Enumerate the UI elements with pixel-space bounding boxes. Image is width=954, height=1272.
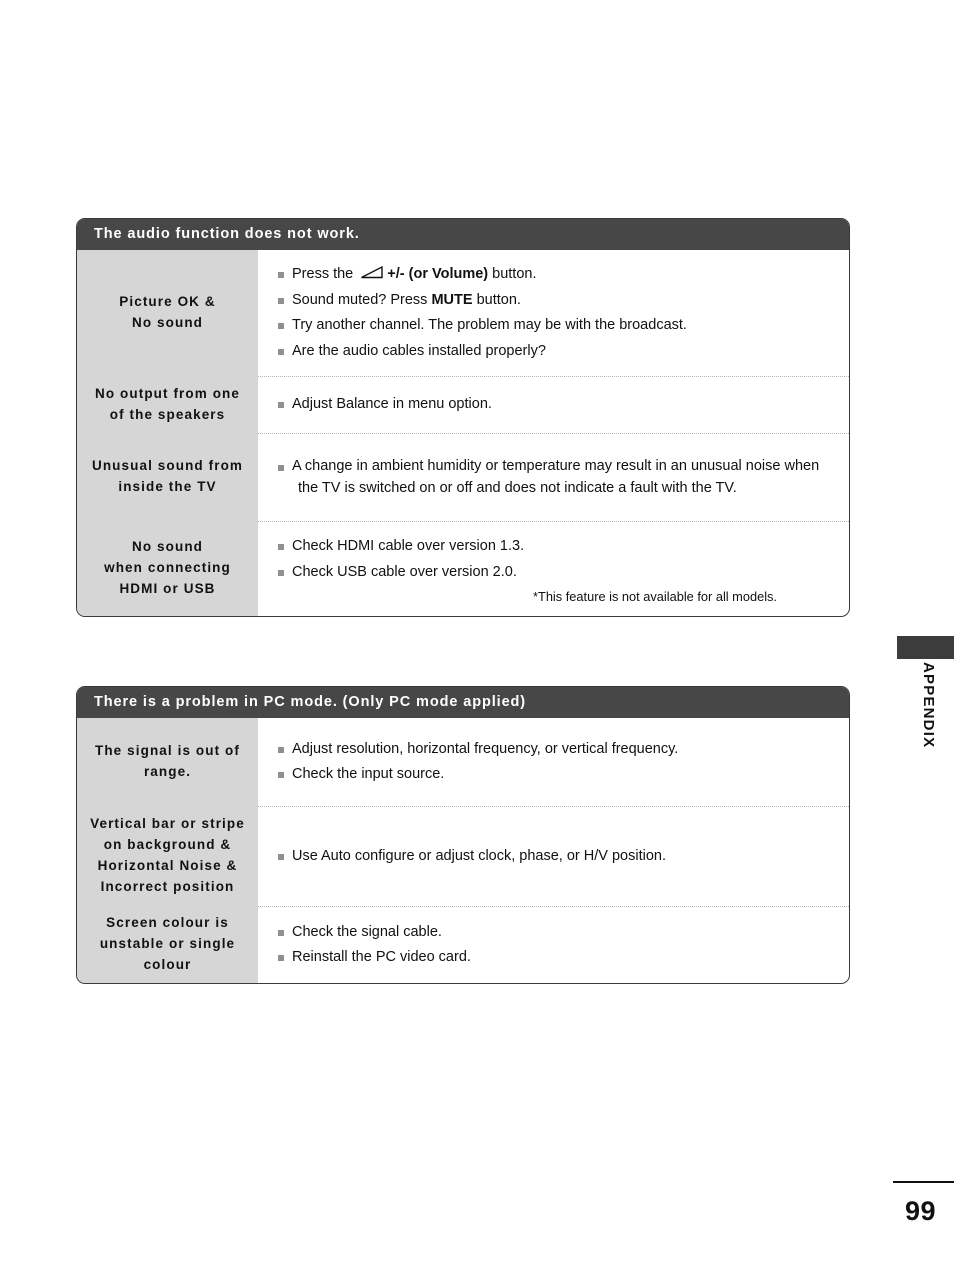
bullet-text: Adjust resolution, horizontal frequency,… — [292, 740, 679, 757]
bullet-square-icon — [278, 272, 284, 279]
bullet-item: Check HDMI cable over version 1.3. — [278, 535, 835, 558]
troubleshooting-table-pc-mode: There is a problem in PC mode. (Only PC … — [76, 686, 850, 985]
table-row: Vertical bar or stripe on background & H… — [77, 806, 849, 907]
bullet-text: Check the signal cable. — [292, 923, 442, 940]
bullet-text: Adjust Balance in menu option. — [292, 396, 492, 413]
symptom-line: Unusual sound from — [91, 458, 244, 474]
volume-wedge-icon — [360, 264, 384, 279]
bullet-item: Adjust resolution, horizontal frequency,… — [278, 738, 835, 761]
table-body-audio: Picture OK & No sound Press the +/- (or … — [77, 250, 849, 617]
bullet-square-icon — [278, 402, 284, 409]
answer-cell: A change in ambient humidity or temperat… — [258, 433, 849, 521]
bullet-text: Try another channel. The problem may be … — [292, 317, 687, 334]
table-row: Screen colour is unstable or single colo… — [77, 906, 849, 984]
section-tab-label: APPENDIX — [920, 662, 937, 749]
bullet-text-bold: MUTE — [431, 291, 473, 308]
symptom-cell: Vertical bar or stripe on background & H… — [77, 806, 258, 907]
section-tab-marker — [897, 636, 954, 659]
table-row: Unusual sound from inside the TV A chang… — [77, 433, 849, 522]
page-number-rule — [893, 1181, 954, 1183]
symptom-line: No sound — [131, 315, 204, 331]
bullet-square-icon — [278, 297, 284, 304]
bullet-square-icon — [278, 746, 284, 753]
bullet-text: Check USB cable over version 2.0. — [292, 563, 517, 580]
bullet-text: Check HDMI cable over version 1.3. — [292, 538, 525, 555]
answer-cell: Use Auto configure or adjust clock, phas… — [258, 806, 849, 906]
bullet-text-bold: +/- (or Volume) — [387, 266, 489, 283]
table-body-pc-mode: The signal is out of range. Adjust resol… — [77, 718, 849, 984]
table-row: No output from one of the speakers Adjus… — [77, 376, 849, 434]
table-header-pc-mode: There is a problem in PC mode. (Only PC … — [77, 687, 849, 719]
symptom-cell: Unusual sound from inside the TV — [77, 433, 258, 522]
symptom-line: The signal is out of — [94, 743, 240, 759]
bullet-text-pre: Press the — [292, 266, 358, 283]
table-row: Picture OK & No sound Press the +/- (or … — [77, 250, 849, 377]
bullet-text: Are the audio cables installed properly? — [292, 342, 546, 359]
symptom-line: Screen colour is — [106, 915, 229, 931]
symptom-line: colour — [143, 957, 192, 973]
symptom-line: Incorrect position — [100, 879, 235, 895]
symptom-line: inside the TV — [118, 479, 217, 495]
manual-page: The audio function does not work. Pictur… — [0, 0, 954, 1272]
symptom-cell: Picture OK & No sound — [77, 250, 258, 377]
bullet-item: Check the signal cable. — [278, 921, 835, 944]
bullet-text-post: button. — [472, 291, 521, 308]
symptom-cell: No sound when connecting HDMI or USB — [77, 521, 258, 617]
symptom-line: on background & — [103, 837, 232, 853]
bullet-square-icon — [278, 772, 284, 779]
bullet-square-icon — [278, 955, 284, 962]
table-row: The signal is out of range. Adjust resol… — [77, 718, 849, 807]
bullet-item: A change in ambient humidity or temperat… — [278, 456, 835, 500]
bullet-item: Adjust Balance in menu option. — [278, 393, 835, 416]
page-number: 99 — [904, 1196, 936, 1226]
answer-cell: Check HDMI cable over version 1.3. Check… — [258, 521, 849, 616]
bullet-item: Check the input source. — [278, 763, 835, 786]
bullet-item: Press the +/- (or Volume) button. — [278, 263, 835, 286]
bullet-item: Check USB cable over version 2.0. — [278, 561, 835, 584]
bullet-item: Try another channel. The problem may be … — [278, 314, 835, 337]
bullet-square-icon — [278, 464, 284, 471]
bullet-square-icon — [278, 853, 284, 860]
bullet-text-pre: Sound muted? Press — [292, 291, 432, 308]
bullet-item: Use Auto configure or adjust clock, phas… — [278, 845, 835, 868]
symptom-cell: Screen colour is unstable or single colo… — [77, 906, 258, 984]
symptom-line: range. — [143, 764, 192, 780]
table-row: No sound when connecting HDMI or USB Che… — [77, 521, 849, 617]
answer-cell: Check the signal cable. Reinstall the PC… — [258, 906, 849, 983]
symptom-line: Horizontal Noise & — [97, 858, 238, 874]
bullet-item: Are the audio cables installed properly? — [278, 340, 835, 363]
symptom-line: unstable or single — [99, 936, 236, 952]
symptom-cell: The signal is out of range. — [77, 718, 258, 807]
table-footnote: *This feature is not available for all m… — [533, 589, 777, 605]
bullet-text: Use Auto configure or adjust clock, phas… — [292, 847, 666, 864]
answer-cell: Press the +/- (or Volume) button. Sound … — [258, 250, 849, 376]
bullet-item: Sound muted? Press MUTE button. — [278, 289, 835, 312]
bullet-text: Reinstall the PC video card. — [292, 949, 471, 966]
troubleshooting-table-audio: The audio function does not work. Pictur… — [76, 218, 850, 618]
bullet-square-icon — [278, 544, 284, 551]
bullet-text-post: button. — [488, 266, 537, 283]
symptom-cell: No output from one of the speakers — [77, 376, 258, 434]
bullet-square-icon — [278, 323, 284, 330]
bullet-text: A change in ambient humidity or temperat… — [292, 457, 820, 474]
bullet-text-continuation: the TV is switched on or off and does no… — [298, 479, 737, 496]
symptom-line: of the speakers — [109, 406, 226, 422]
bullet-item: Reinstall the PC video card. — [278, 946, 835, 969]
bullet-square-icon — [278, 348, 284, 355]
symptom-line: No output from one — [94, 385, 241, 401]
bullet-square-icon — [278, 569, 284, 576]
answer-cell: Adjust Balance in menu option. — [258, 376, 849, 433]
symptom-line: HDMI or USB — [119, 581, 216, 596]
answer-cell: Adjust resolution, horizontal frequency,… — [258, 718, 849, 806]
symptom-line: Picture OK & — [119, 294, 216, 310]
symptom-line: No sound — [131, 539, 204, 555]
table-header-audio: The audio function does not work. — [77, 219, 849, 251]
bullet-square-icon — [278, 929, 284, 936]
symptom-line: Vertical bar or stripe — [90, 816, 245, 832]
symptom-line: when connecting — [104, 560, 231, 576]
bullet-text: Check the input source. — [292, 766, 445, 783]
